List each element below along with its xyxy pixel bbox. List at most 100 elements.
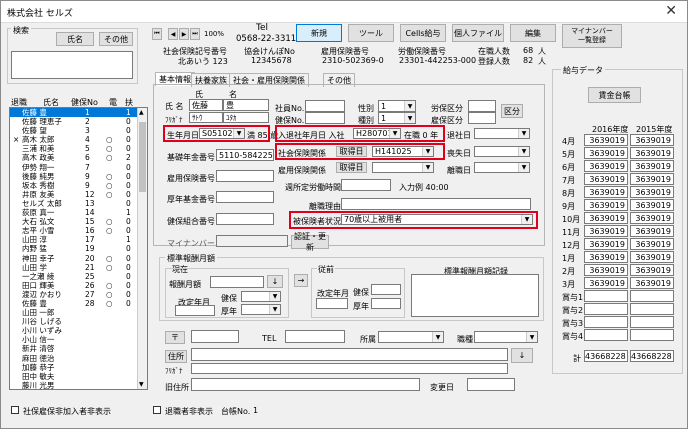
- kana-mei-input[interactable]: ﾕﾀｶ: [223, 112, 269, 123]
- koyo-no-input[interactable]: [216, 170, 274, 182]
- old-address-input[interactable]: [191, 378, 420, 391]
- auth-update-button[interactable]: 認証・更新: [291, 232, 329, 252]
- search-name-button[interactable]: 氏名: [56, 32, 94, 46]
- shaho-nonmember-checkbox[interactable]: [11, 406, 19, 414]
- wage-ledger-button[interactable]: 賃金台帳: [588, 87, 641, 103]
- retired-hide-checkbox[interactable]: [153, 406, 161, 414]
- std-prev-revision-input[interactable]: [316, 298, 348, 309]
- job-select[interactable]: ▼: [474, 331, 538, 343]
- kana-sei-input[interactable]: ｻﾄｳ: [189, 112, 223, 123]
- std-record-box[interactable]: [411, 274, 539, 317]
- rishoku-select[interactable]: ▼: [474, 162, 530, 173]
- next-record-button[interactable]: ▶: [179, 28, 189, 40]
- kumiai-no-input[interactable]: [216, 213, 274, 225]
- list-item[interactable]: 高木 政美 6 ○ 2: [10, 153, 147, 162]
- status-select[interactable]: 70歳以上被用者 ▼: [341, 214, 533, 225]
- list-item[interactable]: 後藤 純男 9 ○ 0: [10, 172, 147, 181]
- gender-select[interactable]: 1 ▼: [378, 100, 416, 112]
- tools-button[interactable]: ツール: [348, 24, 394, 42]
- kubun-button[interactable]: 区分: [501, 104, 523, 118]
- list-item[interactable]: 佐藤 望 3 0: [10, 126, 147, 135]
- list-item[interactable]: 佐藤 理恵子 2 0: [10, 117, 147, 126]
- labor-kubun-input[interactable]: [468, 100, 496, 112]
- list-item[interactable]: 加藤 恭子: [10, 363, 147, 372]
- shaho-acquire-select[interactable]: H141025 ▼: [372, 146, 434, 157]
- list-item[interactable]: 荻原 真一 14 1: [10, 208, 147, 217]
- prev-record-button[interactable]: ◀: [168, 28, 178, 40]
- name-sei-input[interactable]: 佐藤: [189, 99, 223, 111]
- name-mei-input[interactable]: 豊: [223, 99, 269, 111]
- list-item[interactable]: × 高木 太郎 4 ○ 0: [10, 135, 147, 144]
- first-record-button[interactable]: ⏮: [152, 28, 162, 40]
- list-item[interactable]: 藤川 光男: [10, 381, 147, 389]
- list-item[interactable]: セルズ 太郎 13 0: [10, 199, 147, 208]
- retire-date-select[interactable]: ▼: [474, 128, 530, 139]
- koyo-acquire-button[interactable]: 取得日: [336, 162, 367, 173]
- kosei-no-input[interactable]: [216, 191, 274, 203]
- address-button[interactable]: 住所: [165, 350, 187, 363]
- soshitsu-select[interactable]: ▼: [474, 146, 530, 157]
- personal-file-button[interactable]: 個人ファイル: [452, 24, 504, 42]
- edit-button[interactable]: 編集: [510, 24, 556, 42]
- list-item[interactable]: 新井 清啓: [10, 344, 147, 353]
- last-record-button[interactable]: ⏭: [190, 28, 200, 40]
- std-prev-kenpo-input[interactable]: [371, 284, 401, 295]
- list-item[interactable]: 志平 小雪 16 ○ 0: [10, 226, 147, 235]
- list-item[interactable]: 坂本 秀樹 9 ○ 0: [10, 181, 147, 190]
- std-down-button[interactable]: ↓: [267, 275, 283, 288]
- koyo-acquire-select[interactable]: ▼: [372, 162, 434, 173]
- list-item[interactable]: 田中 敏夫: [10, 372, 147, 381]
- list-item[interactable]: 井原 友美 12 ○ 0: [10, 190, 147, 199]
- std-prev-kounen-input[interactable]: [371, 298, 401, 309]
- entry-select[interactable]: H280701 ▼: [353, 128, 401, 139]
- address-down-button[interactable]: ↓: [511, 348, 533, 363]
- list-item[interactable]: 伊勢 翔一 7 0: [10, 163, 147, 172]
- list-item[interactable]: 佐藤 豊 1 1: [10, 108, 147, 118]
- mynumber-register-button[interactable]: マイナンバー 一覧登録: [562, 24, 622, 48]
- address-input[interactable]: [191, 348, 508, 361]
- scroll-down-icon[interactable]: ▼: [139, 381, 144, 388]
- new-button[interactable]: 新規: [296, 24, 342, 42]
- list-item[interactable]: 小川 いずみ: [10, 326, 147, 335]
- std-monthly-input[interactable]: [210, 276, 264, 288]
- list-item[interactable]: 神田 幸子 20 ○ 0: [10, 254, 147, 263]
- close-icon[interactable]: ✕: [665, 3, 677, 19]
- address-kana-input[interactable]: [191, 363, 508, 374]
- pension-no-input[interactable]: 5110-584225: [216, 149, 274, 161]
- list-item[interactable]: 川谷 しげる: [10, 317, 147, 326]
- health-no-input[interactable]: [305, 112, 345, 124]
- change-date-input[interactable]: [467, 378, 515, 391]
- birth-select[interactable]: S051025 ▼: [199, 128, 245, 139]
- std-arrow-button[interactable]: →: [294, 274, 308, 287]
- std-revision-input[interactable]: [175, 305, 215, 316]
- list-item[interactable]: 大石 弘文 15 ○ 0: [10, 217, 147, 226]
- list-item[interactable]: 山田 学 21 ○ 0: [10, 263, 147, 272]
- employee-list[interactable]: 佐藤 豊 1 1 佐藤 理恵子 2 0 佐藤 望 3 0 × 高木 太郎 4 ○ 0 三浦 和美 5 ○ 0 高木 …: [9, 107, 148, 390]
- list-scrollbar[interactable]: ▲ ▼: [137, 108, 147, 389]
- chevron-down-icon: ▼: [432, 332, 443, 342]
- reason-input[interactable]: [341, 198, 531, 210]
- koyo-kubun-input[interactable]: [468, 112, 496, 124]
- std-kounen-select[interactable]: ▼: [241, 304, 281, 315]
- shaho-acquire-button[interactable]: 取得日: [336, 146, 367, 157]
- list-item[interactable]: 佐藤 豊 28 ○ 0: [10, 299, 147, 308]
- std-kenpo-select[interactable]: ▼: [241, 291, 281, 302]
- list-item[interactable]: 田口 輝美 26 ○ 0: [10, 281, 147, 290]
- affil-select[interactable]: ▼: [378, 331, 444, 343]
- list-item[interactable]: 一之瀬 綾 25 0: [10, 272, 147, 281]
- emp-no-input[interactable]: [305, 100, 345, 112]
- search-other-button[interactable]: その他: [99, 32, 133, 46]
- cells-pay-button[interactable]: Cells給与: [400, 24, 446, 42]
- kind-select[interactable]: 1 ▼: [378, 112, 416, 124]
- scrollbar-thumb[interactable]: [139, 122, 146, 192]
- scroll-up-icon[interactable]: ▲: [139, 109, 144, 116]
- zip-input[interactable]: [191, 330, 239, 343]
- zip-button[interactable]: 〒: [165, 331, 185, 344]
- list-item[interactable]: 山田 一郎: [10, 308, 147, 317]
- search-input[interactable]: [11, 51, 133, 79]
- hours-input[interactable]: [341, 179, 391, 191]
- list-item[interactable]: 渡辺 かおり 27 ○ 0: [10, 290, 147, 299]
- tel-input[interactable]: [285, 330, 345, 343]
- list-item[interactable]: 内野 猛 19 0: [10, 244, 147, 253]
- list-item[interactable]: 麻田 徳治: [10, 354, 147, 363]
